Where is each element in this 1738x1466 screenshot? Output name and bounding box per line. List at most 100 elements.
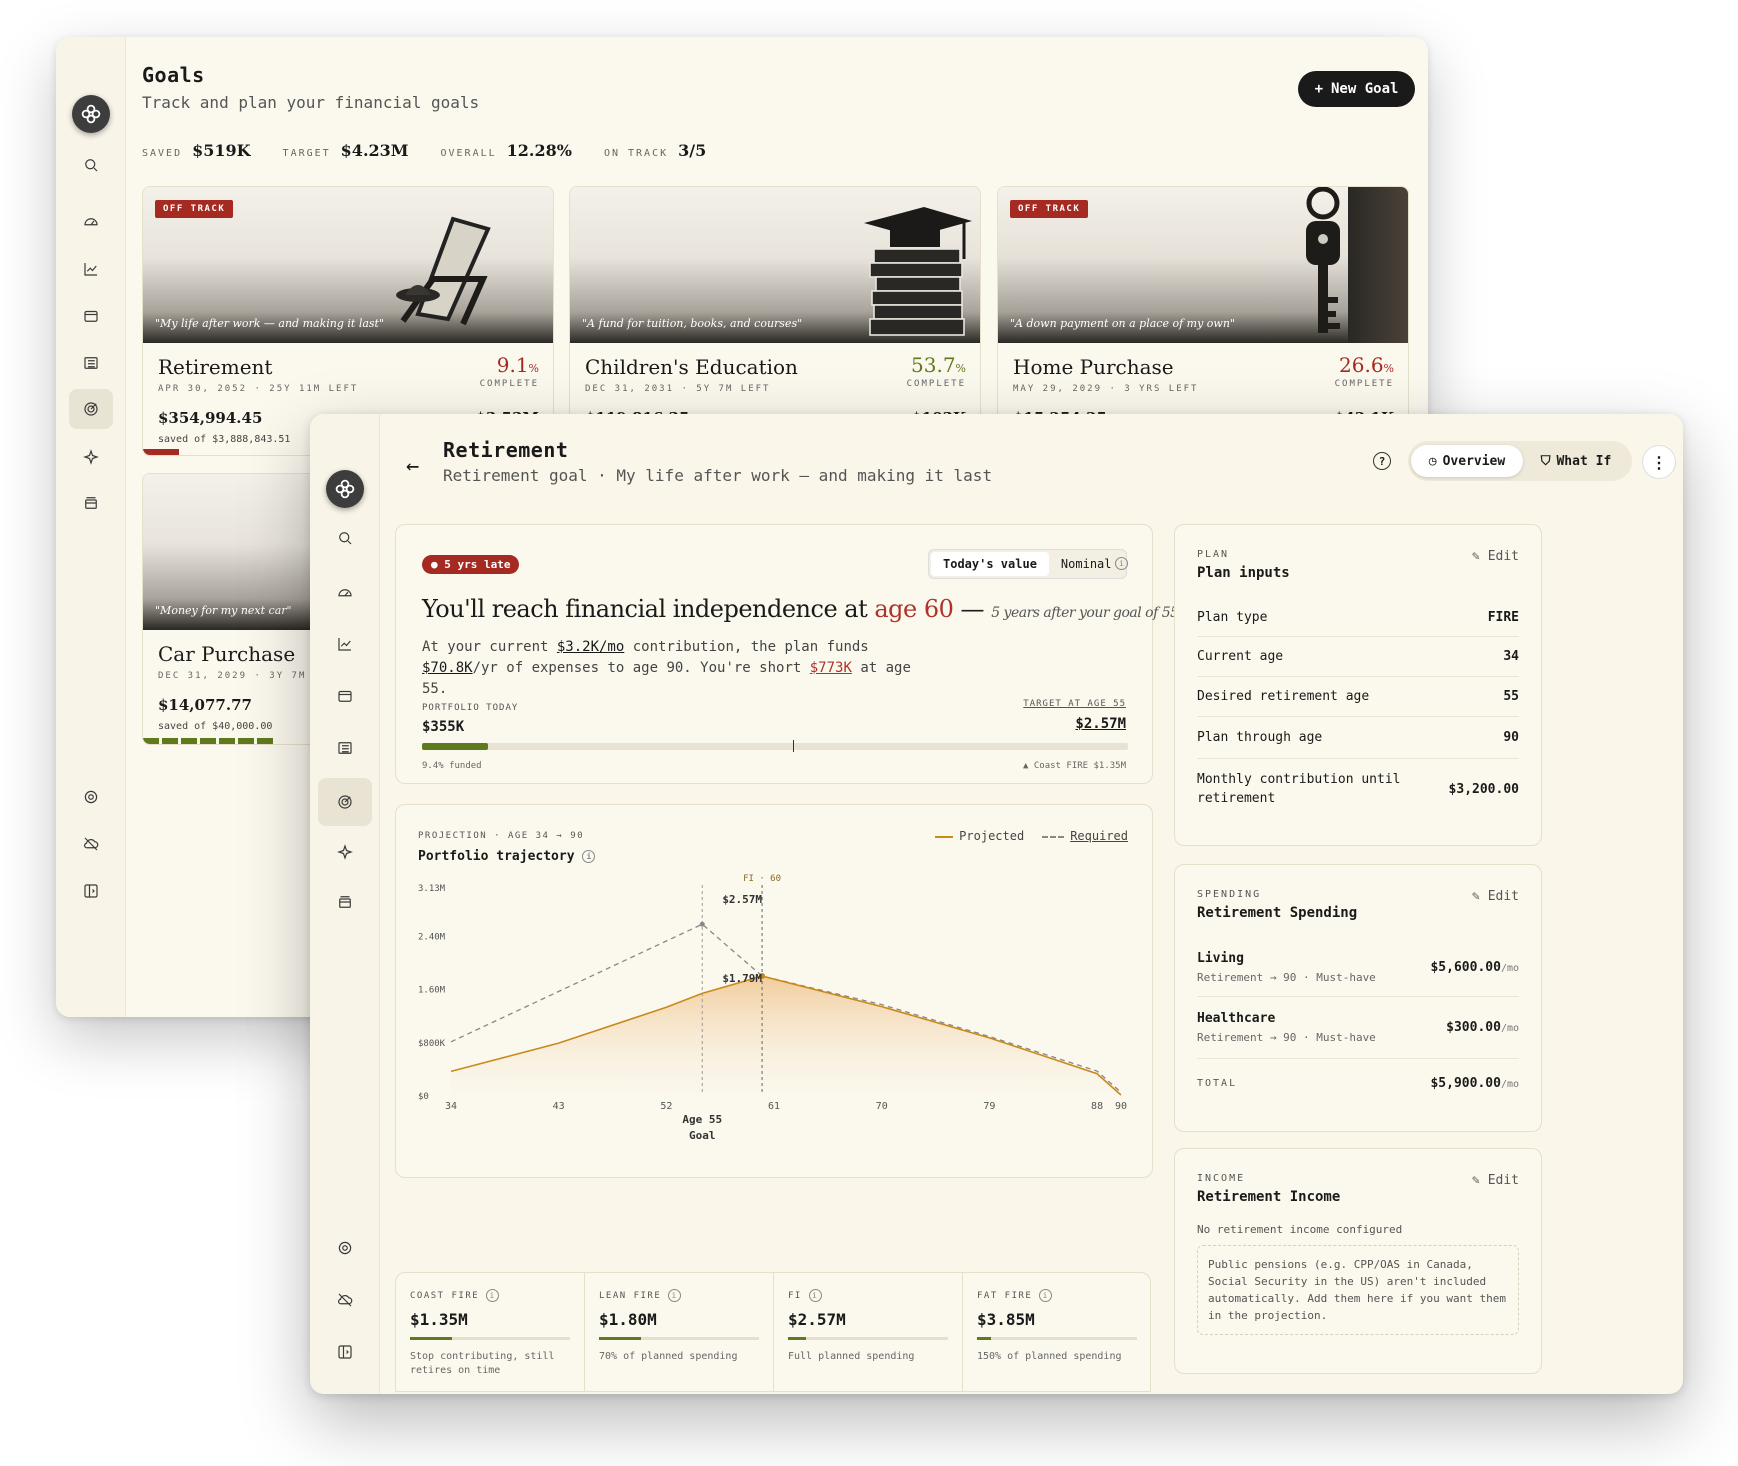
sparkle-icon[interactable] [323, 832, 367, 872]
y-tick-label: $800K [418, 1039, 446, 1049]
todays-value-option[interactable]: Today's value [931, 552, 1049, 576]
section-title: Retirement Spending [1197, 905, 1358, 921]
fire-progress [788, 1337, 948, 1340]
goal-quote: "My life after work — and making it last… [155, 317, 385, 330]
more-options-icon[interactable]: ⋮ [1642, 445, 1676, 479]
info-icon[interactable]: i [486, 1289, 500, 1302]
spending-item[interactable]: Healthcare Retirement → 90 · Must-have $3… [1197, 997, 1519, 1059]
beach-chair-illustration [396, 216, 491, 326]
goals-target-icon[interactable] [318, 778, 372, 826]
spending-item[interactable]: Living Retirement → 90 · Must-have $5,600… [1197, 939, 1519, 997]
edit-spending-button[interactable]: ✎ Edit [1472, 889, 1519, 904]
shield-icon: ⛉ [1540, 453, 1551, 469]
new-goal-button[interactable]: + New Goal [1298, 71, 1415, 107]
fire-value: $3.85M [977, 1310, 1035, 1329]
complete-label: COMPLETE [906, 379, 966, 389]
goal-name: Home Purchase [1013, 355, 1174, 379]
dashboard-gauge-icon[interactable] [69, 201, 113, 241]
info-icon[interactable]: i [808, 1289, 822, 1302]
goal-saved-of: saved of $3,888,843.51 [158, 434, 291, 445]
dashboard-gauge-icon[interactable] [323, 572, 367, 612]
complete-label: COMPLETE [1334, 379, 1394, 389]
pencil-icon: ✎ [1472, 549, 1480, 564]
x-tick-label: 52 [660, 1101, 672, 1112]
retirement-income-panel: INCOME Retirement Income ✎ Edit No retir… [1174, 1148, 1542, 1374]
no-income-text: No retirement income configured [1197, 1223, 1403, 1236]
goal-saved: $14,077.77 [158, 696, 252, 714]
help-icon[interactable]: ? [1373, 452, 1391, 470]
goal-point [699, 921, 705, 927]
sidebar-toggle-icon[interactable] [323, 1332, 367, 1372]
x-tick-label: 70 [876, 1101, 888, 1112]
cloud-off-icon[interactable] [69, 824, 113, 864]
tab-overview[interactable]: ◷ Overview [1411, 445, 1523, 477]
stat-value: 3/5 [678, 141, 707, 160]
nominal-option[interactable]: Nominal [1049, 552, 1124, 576]
x-tick-label: 61 [768, 1101, 780, 1112]
goal-percent: 26.6% [1339, 353, 1394, 377]
y-tick-label: $0 [418, 1092, 429, 1102]
section-label: INCOME [1197, 1173, 1246, 1184]
chart-line-icon[interactable] [69, 249, 113, 289]
goal-quote: "A down payment on a place of my own" [1010, 317, 1235, 330]
stat-label: TARGET [282, 148, 331, 159]
wallet-icon[interactable] [323, 676, 367, 716]
coast-fire-text: ▲ Coast FIRE $1.35M [1023, 761, 1126, 771]
settings-gear-icon[interactable] [323, 1228, 367, 1268]
retirement-window: ← Retirement Retirement goal · My life a… [310, 414, 1683, 1394]
y-tick-label: 2.40M [418, 933, 446, 943]
x-tick-label: 34 [445, 1101, 457, 1112]
fire-levels: COAST FIRE i $1.35M Stop contributing, s… [395, 1272, 1151, 1392]
plan-row: Current age 34 [1197, 637, 1519, 677]
chart-line-icon[interactable] [323, 624, 367, 664]
plan-inputs-panel: PLAN Plan inputs ✎ Edit Plan type FIRE Cu… [1174, 524, 1542, 846]
fi-marker-label: FI · 60 [743, 874, 781, 884]
sidebar-toggle-icon[interactable] [69, 871, 113, 911]
info-icon[interactable]: i [668, 1289, 682, 1302]
goal-saved-of: saved of $40,000.00 [158, 721, 273, 732]
transactions-list-icon[interactable] [323, 728, 367, 768]
search-icon[interactable] [323, 518, 367, 558]
tab-what-if[interactable]: ⛉ What If [1523, 445, 1629, 477]
goal-date: DEC 31, 2031 · 5Y 7M LEFT [585, 384, 771, 394]
back-arrow-icon[interactable]: ← [406, 454, 419, 479]
goals-target-icon[interactable] [69, 389, 113, 429]
sidebar [56, 37, 126, 1017]
settings-gear-icon[interactable] [69, 777, 113, 817]
fire-card-fat[interactable]: FAT FIRE i $3.85M 150% of planned spendi… [963, 1273, 1151, 1391]
portfolio-label: PORTFOLIO TODAY [422, 703, 519, 713]
fire-card-coast[interactable]: COAST FIRE i $1.35M Stop contributing, s… [396, 1273, 585, 1391]
funded-progress-fill [422, 743, 489, 750]
sparkle-icon[interactable] [69, 437, 113, 477]
info-icon[interactable]: i [1115, 557, 1128, 570]
search-icon[interactable] [69, 145, 113, 185]
fire-card-fi[interactable]: FI i $2.57M Full planned spending [774, 1273, 963, 1391]
edit-income-button[interactable]: ✎ Edit [1472, 1173, 1519, 1188]
app-logo-icon[interactable] [72, 95, 110, 133]
fire-progress [977, 1337, 1137, 1340]
status-badge: OFF TRACK [1010, 200, 1089, 218]
summary-stats: SAVED $519K TARGET $4.23M OVERALL 12.28%… [142, 141, 738, 160]
wallet-icon[interactable] [69, 296, 113, 336]
portfolio-trajectory-chart[interactable]: $0 $800K 1.60M 2.40M 3.13M 34 43 52 61 70 79 88 90 FI… [396, 805, 1152, 1177]
fire-value: $1.80M [599, 1310, 657, 1329]
page-subtitle: Retirement goal · My life after work — a… [443, 466, 993, 485]
goal-date: MAY 29, 2029 · 3 YRS LEFT [1013, 384, 1199, 394]
stat-label: SAVED [142, 148, 183, 159]
info-icon[interactable]: i [1039, 1289, 1053, 1302]
fire-progress [410, 1337, 570, 1340]
goal-name: Car Purchase [158, 642, 296, 666]
transactions-list-icon[interactable] [69, 343, 113, 383]
archive-icon[interactable] [69, 483, 113, 523]
goal-value-label: $2.57M [722, 893, 762, 906]
page-subtitle: Track and plan your financial goals [142, 93, 480, 112]
cloud-off-icon[interactable] [323, 1280, 367, 1320]
archive-icon[interactable] [323, 882, 367, 922]
edit-plan-button[interactable]: ✎ Edit [1472, 549, 1519, 564]
stat-label: OVERALL [440, 148, 497, 159]
app-logo-icon[interactable] [326, 470, 364, 508]
fire-card-lean[interactable]: LEAN FIRE i $1.80M 70% of planned spendi… [585, 1273, 774, 1391]
goal-percent: 9.1% [496, 353, 539, 377]
y-tick-label: 1.60M [418, 986, 446, 996]
plan-row: Desired retirement age 55 [1197, 677, 1519, 717]
